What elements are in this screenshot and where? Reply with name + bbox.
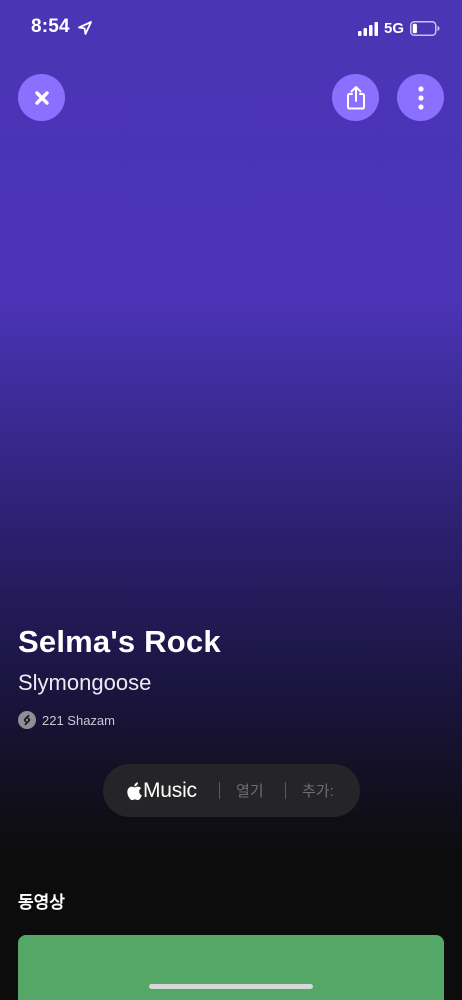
pill-divider [219, 782, 220, 799]
more-button[interactable] [397, 74, 444, 121]
battery-icon [410, 21, 440, 36]
open-button[interactable]: 열기 [236, 780, 264, 801]
status-bar: 8:54 5G [0, 0, 462, 56]
track-title: Selma's Rock [18, 624, 221, 659]
network-label: 5G [384, 20, 405, 37]
home-indicator[interactable] [149, 984, 313, 989]
apple-logo-icon [127, 781, 142, 800]
apple-music-button[interactable]: Music [125, 777, 197, 804]
share-icon [346, 85, 365, 109]
share-button[interactable] [332, 74, 379, 121]
video-card[interactable] [18, 935, 444, 1000]
track-artist[interactable]: Slymongoose [18, 670, 151, 696]
more-vertical-icon [417, 85, 424, 110]
shazam-logo-icon [18, 711, 36, 729]
videos-heading: 동영상 [18, 893, 65, 912]
shazam-count: 221 Shazam [42, 712, 115, 728]
song-detail-screen: 8:54 5G Selma's Rock Slymongoose 221 Sha… [0, 0, 462, 1000]
apple-music-pill: Music 열기 추가: [103, 764, 360, 817]
signal-bars-icon [358, 22, 378, 36]
add-to-button[interactable]: 추가: [302, 780, 334, 801]
pill-divider [285, 782, 286, 799]
shazam-count-row: 221 Shazam [18, 710, 115, 730]
apple-music-label: Music [143, 778, 197, 802]
location-arrow-icon [78, 21, 92, 35]
close-button[interactable] [18, 74, 65, 121]
status-time: 8:54 [31, 16, 70, 37]
close-icon [34, 90, 49, 105]
